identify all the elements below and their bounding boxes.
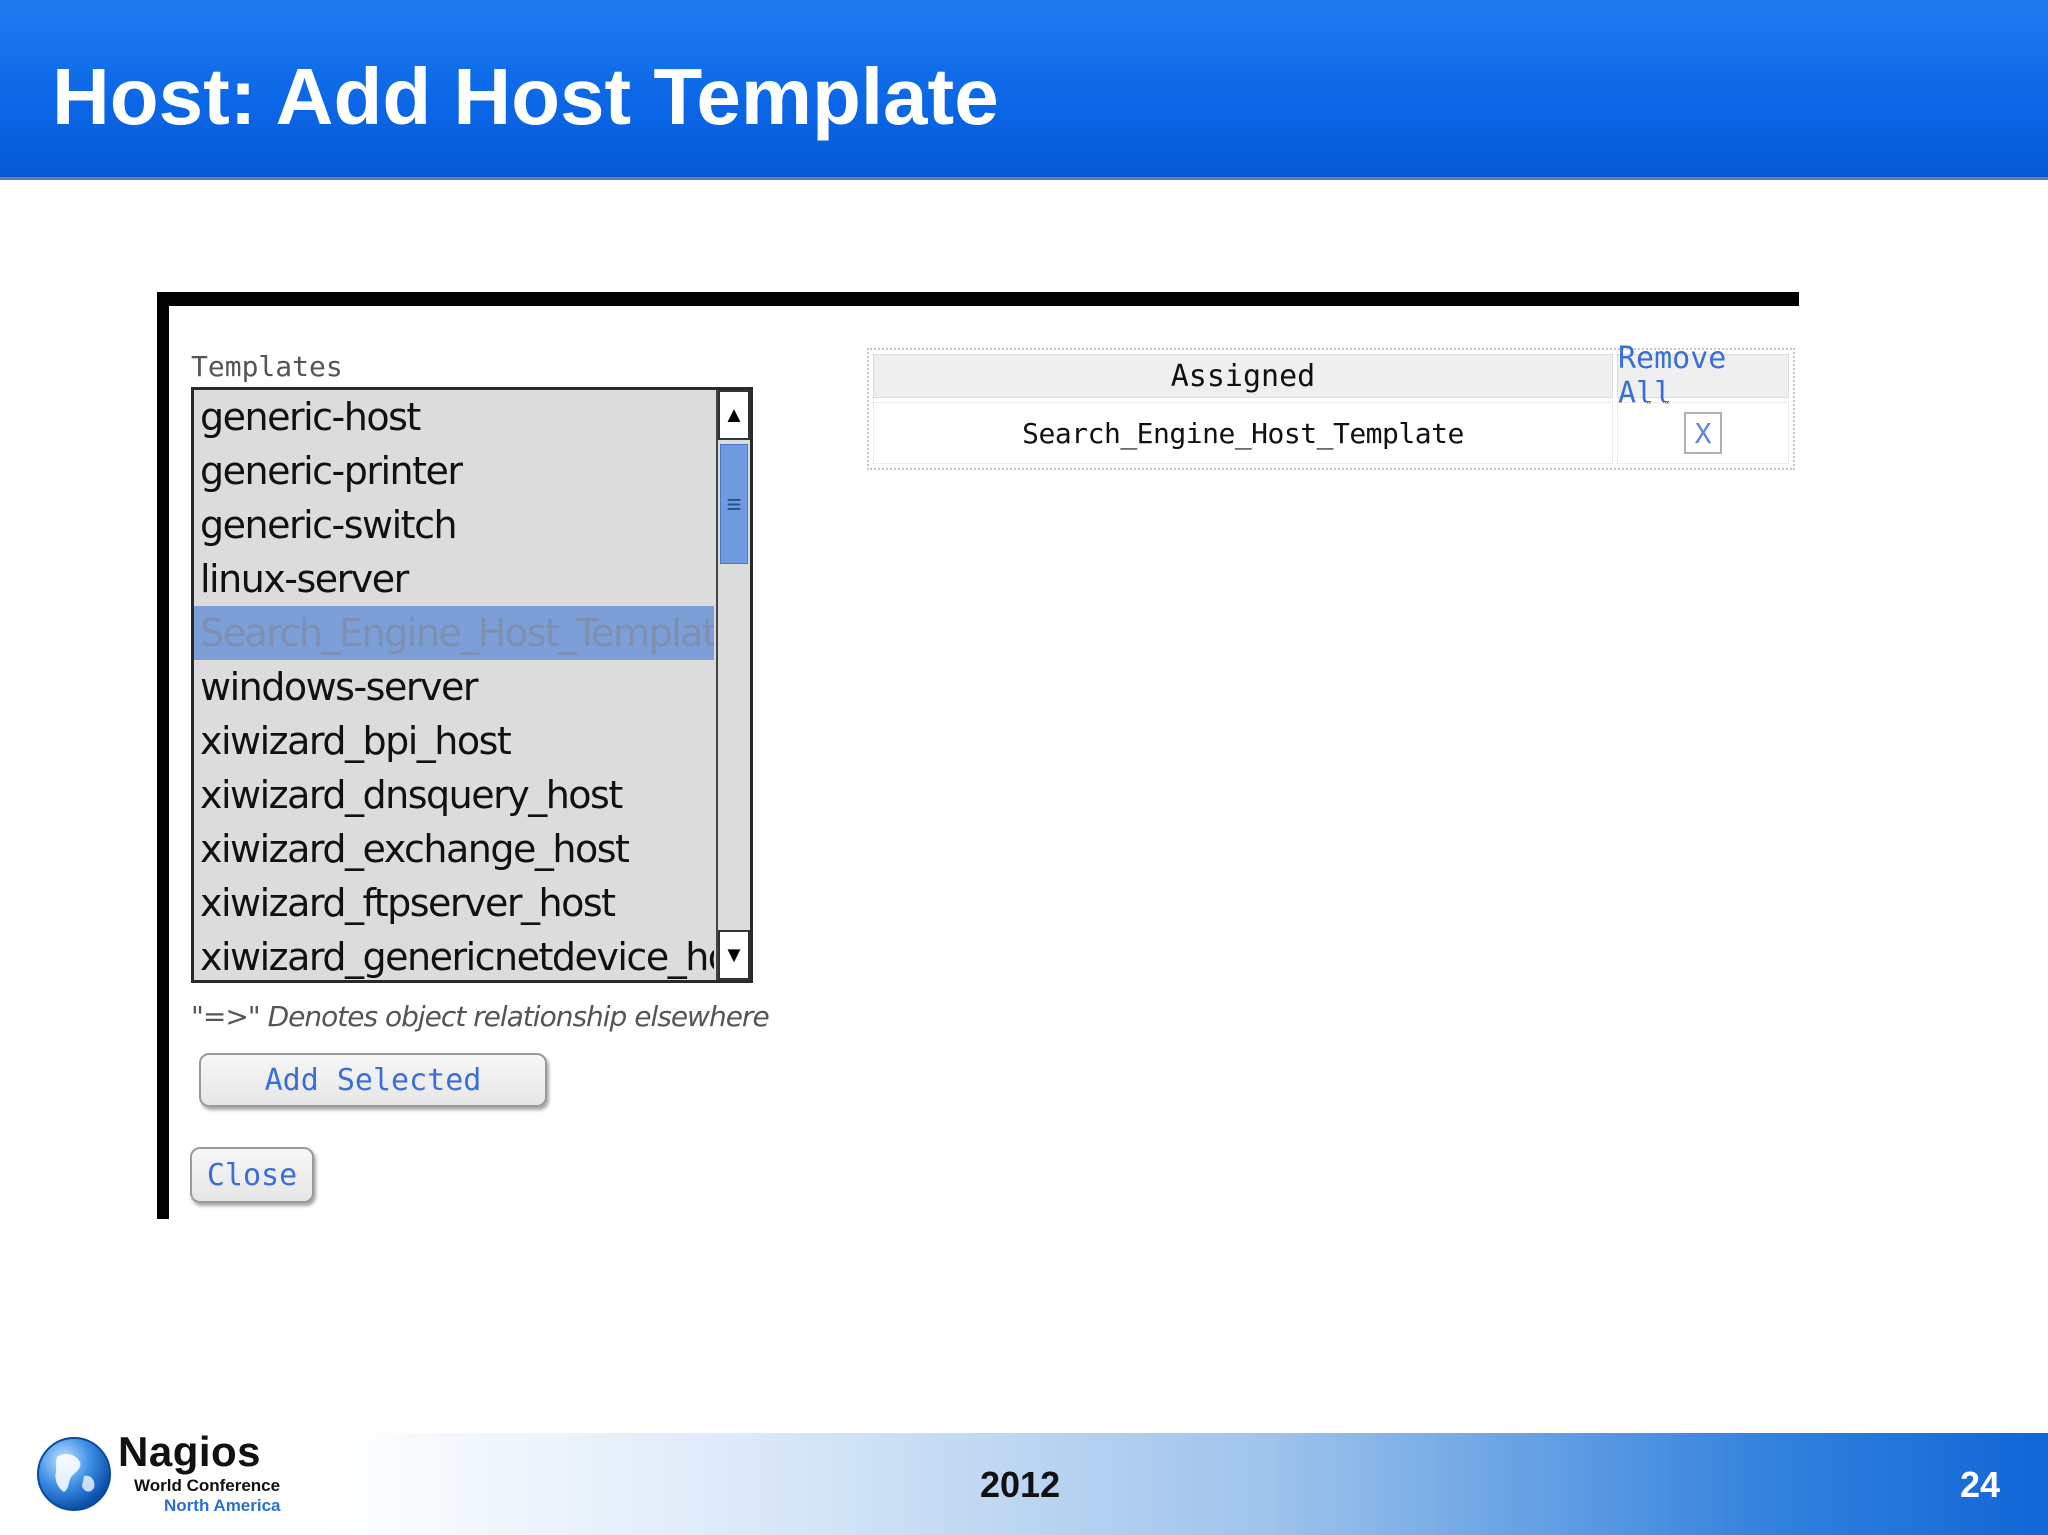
assigned-template-name: Search_Engine_Host_Template <box>873 402 1613 464</box>
note-prefix: "=>" <box>191 1000 261 1033</box>
slide-header: Host: Add Host Template <box>0 0 2048 180</box>
remove-cell: X <box>1617 402 1789 464</box>
list-item[interactable]: xiwizard_bpi_host <box>194 714 714 768</box>
list-item[interactable]: generic-host <box>194 390 714 444</box>
assigned-header: Assigned <box>873 354 1613 398</box>
list-item[interactable]: xiwizard_genericnetdevice_host <box>194 930 714 980</box>
list-item[interactable]: windows-server <box>194 660 714 714</box>
list-item[interactable]: xiwizard_dnsquery_host <box>194 768 714 822</box>
list-item[interactable]: generic-switch <box>194 498 714 552</box>
templates-list-items: generic-host generic-printer generic-swi… <box>194 390 714 980</box>
relationship-note: "=>" Denotes object relationship elsewhe… <box>191 1000 770 1033</box>
remove-all-link[interactable]: Remove All <box>1617 341 1789 411</box>
close-button[interactable]: Close <box>190 1147 314 1203</box>
arrow-down-icon[interactable]: ▼ <box>718 930 750 980</box>
templates-listbox[interactable]: generic-host generic-printer generic-swi… <box>191 387 753 983</box>
list-item[interactable]: xiwizard_exchange_host <box>194 822 714 876</box>
assigned-table: Assigned Remove All Search_Engine_Host_T… <box>867 341 1795 470</box>
footer-year: 2012 <box>980 1464 1061 1505</box>
logo-region: North America <box>164 1496 281 1515</box>
remove-template-button[interactable]: X <box>1684 412 1722 454</box>
logo-subtitle: World Conference <box>134 1476 281 1495</box>
grip-lines-icon[interactable]: ≡ <box>720 444 748 564</box>
list-item[interactable]: xiwizard_ftpserver_host <box>194 876 714 930</box>
list-item-selected[interactable]: Search_Engine_Host_Template <box>194 606 714 660</box>
logo-name: Nagios <box>118 1428 262 1475</box>
globe-icon <box>37 1437 111 1511</box>
arrow-up-icon[interactable]: ▲ <box>718 390 750 440</box>
templates-label: Templates <box>191 350 343 383</box>
list-item[interactable]: generic-printer <box>194 444 714 498</box>
add-selected-button[interactable]: Add Selected <box>199 1053 547 1107</box>
listbox-scrollbar[interactable]: ▲ ≡ ▼ <box>716 390 750 980</box>
list-item[interactable]: linux-server <box>194 552 714 606</box>
slide-title: Host: Add Host Template <box>52 52 999 141</box>
note-text: Denotes object relationship elsewhere <box>267 1000 770 1033</box>
footer-band <box>325 1433 2048 1535</box>
page-number: 24 <box>1960 1464 2001 1505</box>
